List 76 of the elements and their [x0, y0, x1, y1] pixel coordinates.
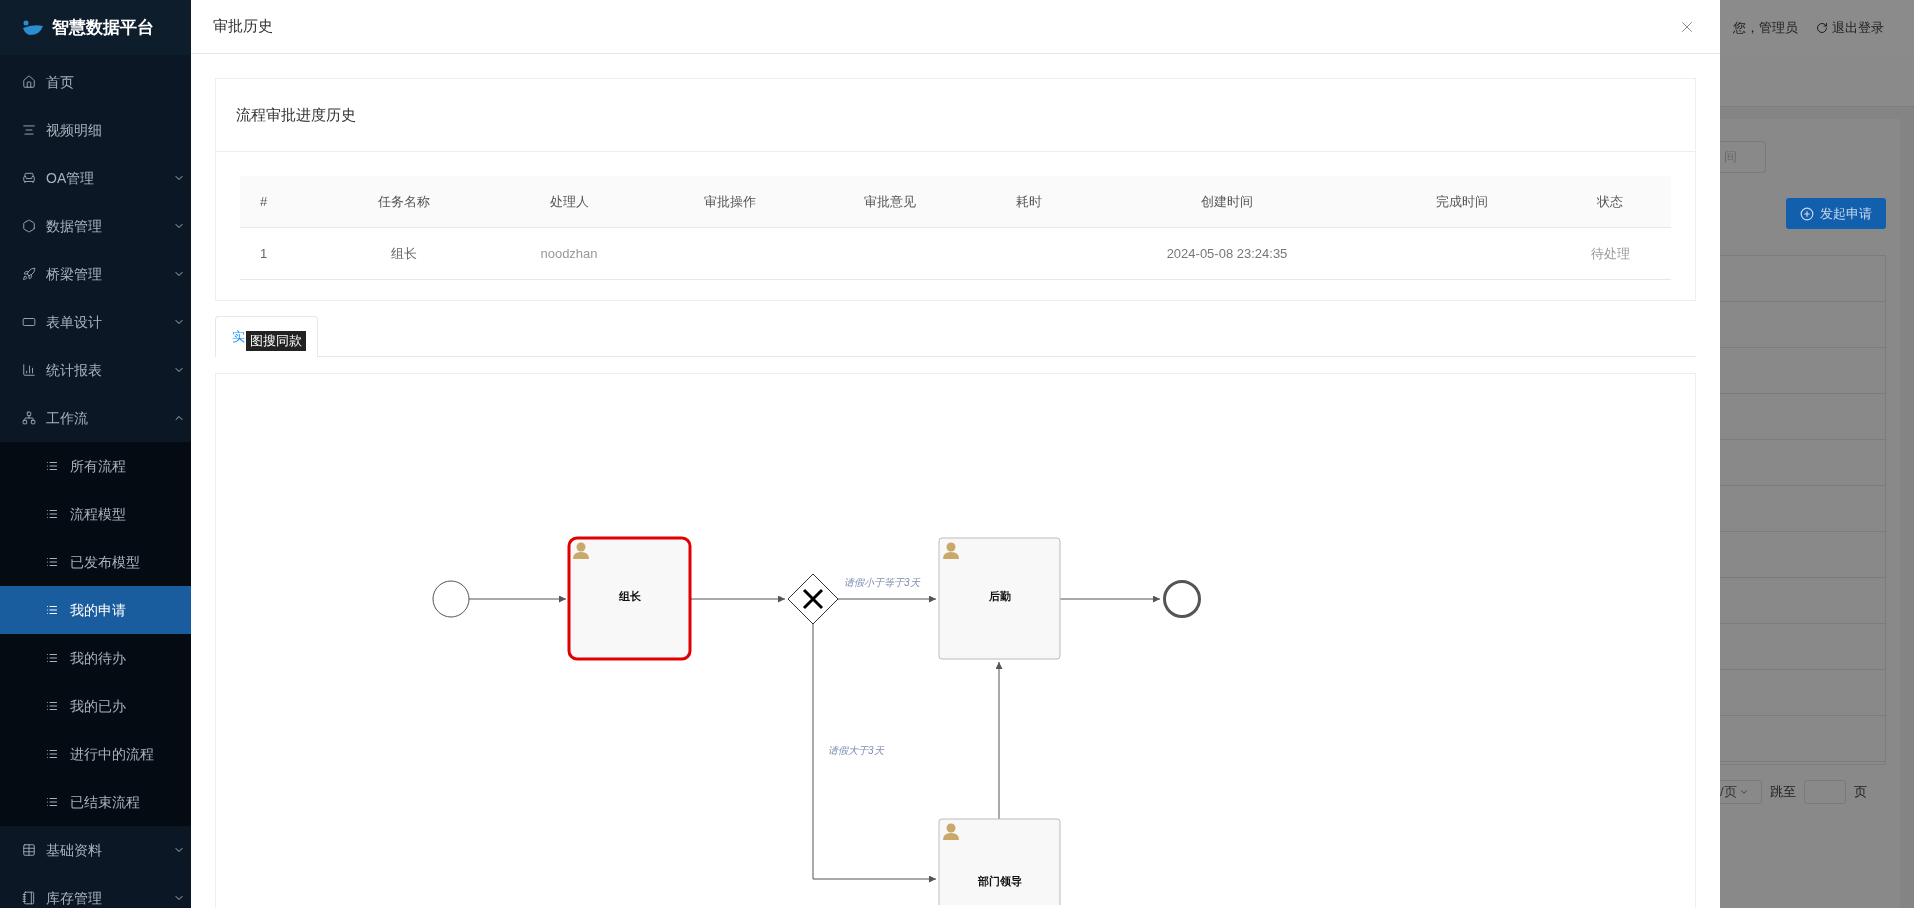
list-icon — [46, 604, 58, 616]
list-icon — [46, 460, 58, 472]
list-icon — [46, 508, 58, 520]
tooltip: 图搜同款 — [246, 331, 306, 351]
end-event — [1163, 580, 1201, 618]
column-header: 完成时间 — [1436, 192, 1488, 211]
submenu-item[interactable]: 我的待办 — [0, 634, 191, 682]
exclusive-gateway — [787, 573, 839, 625]
caret-icon — [1738, 787, 1749, 797]
sidebar-item[interactable]: 统计报表 — [0, 346, 191, 394]
user-icon — [573, 542, 589, 559]
sidebar-item[interactable]: 表单设计 — [0, 298, 191, 346]
menu-icon — [22, 891, 36, 905]
plus-icon — [1800, 206, 1814, 221]
card-title: 流程审批进度历史 — [236, 104, 356, 125]
logo-icon — [22, 19, 44, 36]
menu-icon — [22, 123, 36, 137]
tab[interactable]: 实 图搜同款 — [215, 316, 318, 357]
task-label: 部门领导 — [977, 875, 1022, 887]
sidebar-item[interactable]: 视频明细 — [0, 106, 191, 154]
sidebar-item[interactable]: 数据管理 — [0, 202, 191, 250]
submenu-item[interactable]: 流程模型 — [0, 490, 191, 538]
logout-link[interactable]: 退出登录 — [1816, 17, 1884, 38]
sidebar-item[interactable]: OA管理 — [0, 154, 191, 202]
user-greeting: 您，管理员 — [1733, 18, 1798, 37]
column-header: 任务名称 — [378, 192, 430, 211]
app-logo: 智慧数据平台 — [52, 16, 154, 39]
logout-icon — [1816, 21, 1828, 34]
user-icon — [943, 542, 959, 559]
task-label: 组长 — [618, 590, 641, 602]
modal-title: 审批历史 — [213, 16, 273, 37]
menu-icon — [22, 315, 36, 329]
submenu-item[interactable]: 已发布模型 — [0, 538, 191, 586]
submenu-item[interactable]: 已结束流程 — [0, 778, 191, 826]
table-cell-text: noodzhan — [540, 244, 598, 263]
sidebar-item[interactable]: 首页 — [0, 58, 191, 106]
column-header: 审批意见 — [864, 192, 916, 211]
column-header: 审批操作 — [704, 192, 756, 211]
table-cell-text: 1 — [260, 244, 268, 263]
start-event — [432, 580, 470, 618]
submenu-item[interactable]: 所有流程 — [0, 442, 191, 490]
menu-icon — [22, 219, 36, 233]
menu-icon — [22, 411, 36, 425]
menu-icon — [22, 363, 36, 377]
column-header: 处理人 — [549, 192, 589, 211]
start-request-button[interactable]: 发起申请 — [1786, 198, 1886, 229]
menu-icon — [22, 843, 36, 857]
list-icon — [46, 796, 58, 808]
jump-label: 跳至 — [1770, 783, 1796, 802]
table-cell-text: 2024-05-08 23:24:35 — [1166, 244, 1288, 263]
list-icon — [46, 748, 58, 760]
sidebar-item[interactable]: 桥梁管理 — [0, 250, 191, 298]
user-icon — [943, 823, 959, 840]
sidebar-item[interactable]: 工作流 — [0, 394, 191, 442]
list-icon — [46, 700, 58, 712]
submenu-item[interactable]: 进行中的流程 — [0, 730, 191, 778]
table-cell-text: 组长 — [391, 244, 417, 263]
page-size-select[interactable]: /页 — [1720, 780, 1762, 804]
column-header: 状态 — [1597, 192, 1623, 211]
column-header: 创建时间 — [1201, 192, 1253, 211]
sidebar-item[interactable]: 库存管理 — [0, 874, 191, 908]
task-label: 后勤 — [988, 590, 1011, 602]
sidebar-item[interactable]: 基础资料 — [0, 826, 191, 874]
table-cell-text: 待处理 — [1590, 244, 1630, 263]
submenu-item[interactable]: 我的申请 — [0, 586, 191, 634]
menu-icon — [22, 171, 36, 185]
column-header: # — [260, 192, 268, 211]
list-icon — [46, 556, 58, 568]
list-icon — [46, 652, 58, 664]
menu-icon — [22, 267, 36, 281]
page-suffix: 页 — [1854, 783, 1867, 802]
flow-label: 请假小于等于3天 — [844, 577, 920, 588]
menu-icon — [22, 75, 36, 89]
flow-label: 请假大于3天 — [828, 745, 884, 756]
submenu-item[interactable]: 我的已办 — [0, 682, 191, 730]
column-header: 耗时 — [1016, 192, 1042, 211]
